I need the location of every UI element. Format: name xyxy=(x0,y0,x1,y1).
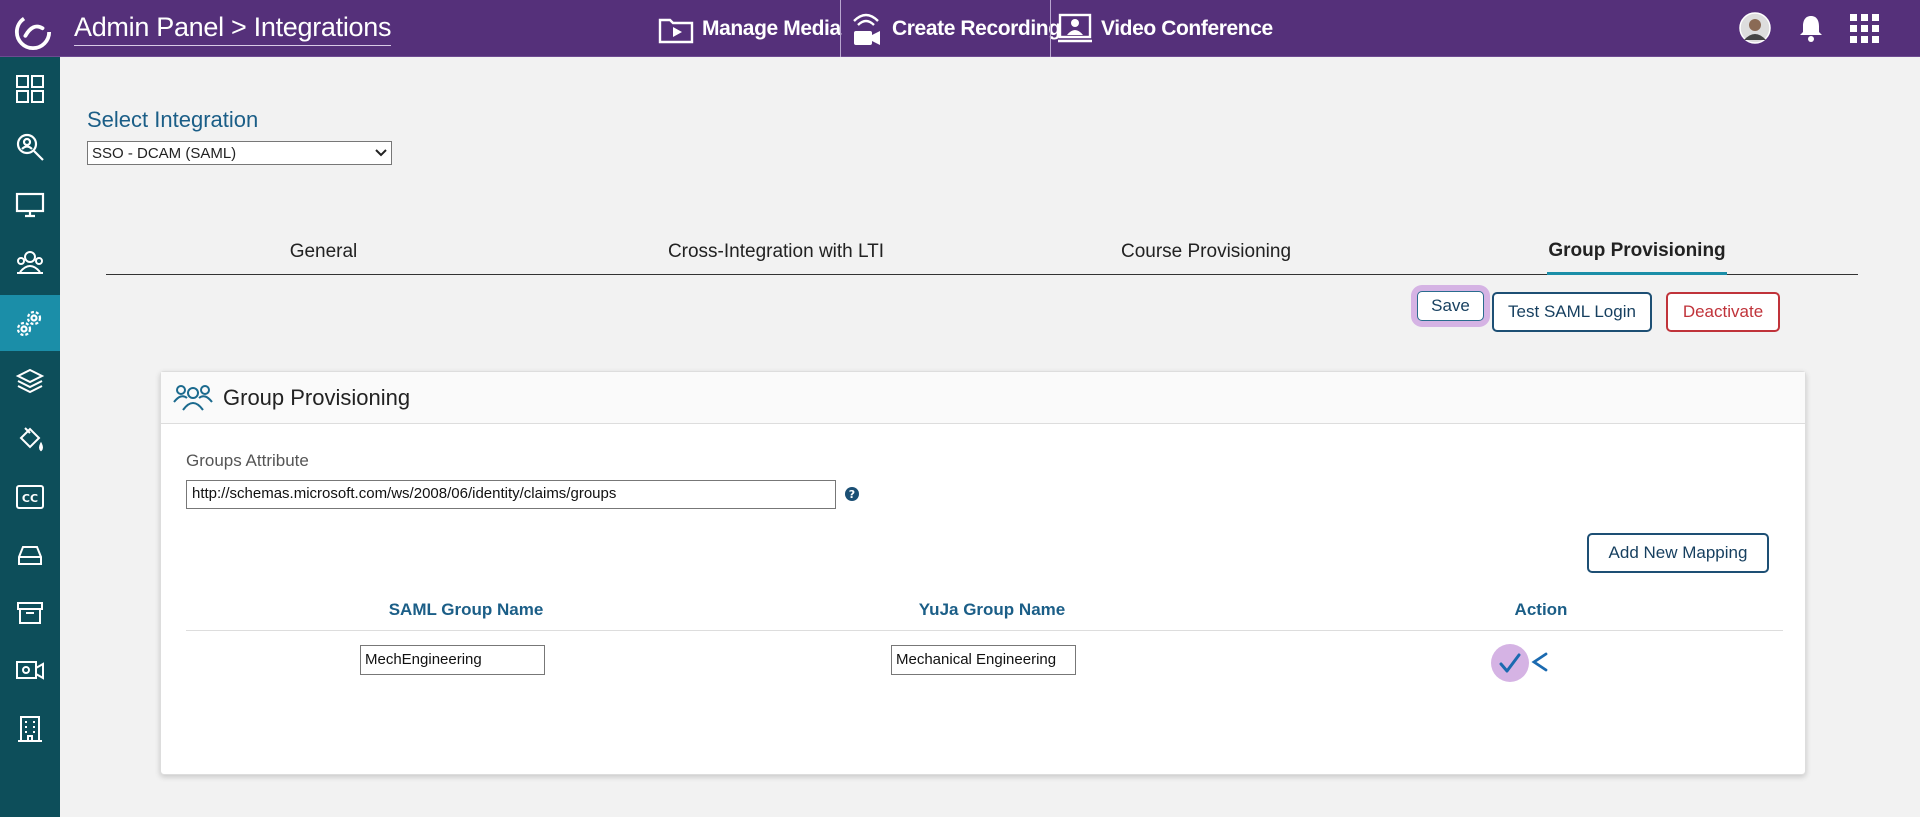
panel-title: Group Provisioning xyxy=(223,385,411,410)
sidebar-item-monitor[interactable] xyxy=(0,177,60,233)
avatar[interactable] xyxy=(1739,12,1771,49)
dashboard-icon xyxy=(16,75,44,103)
column-header-yuja-group: YuJa Group Name xyxy=(918,600,1066,619)
save-button[interactable]: Save xyxy=(1417,291,1484,321)
video-conference-label: Video Conference xyxy=(1101,16,1273,40)
select-integration-label: Select Integration xyxy=(87,107,259,132)
recording-icon xyxy=(853,13,880,45)
sidebar-item-institution[interactable] xyxy=(0,701,60,757)
tab-course-provisioning[interactable]: Course Provisioning xyxy=(1106,229,1306,275)
chevron-down-icon xyxy=(375,149,387,157)
sidebar-item-archive[interactable] xyxy=(0,585,60,641)
test-saml-login-button[interactable]: Test SAML Login xyxy=(1492,292,1652,332)
layers-icon xyxy=(15,368,45,394)
sidebar-item-branding[interactable] xyxy=(0,411,60,467)
help-icon[interactable]: ? xyxy=(844,486,860,502)
breadcrumb[interactable]: Admin Panel > Integrations xyxy=(74,11,391,46)
group-icon xyxy=(17,251,43,274)
bell-icon[interactable] xyxy=(1796,13,1826,48)
integration-select-value: SSO - DCAM (SAML) xyxy=(92,144,237,162)
tab-general[interactable]: General xyxy=(236,229,411,275)
archive-icon xyxy=(17,602,43,624)
yuja-logo-icon[interactable] xyxy=(14,13,52,51)
svg-text:?: ? xyxy=(849,488,855,501)
table-divider xyxy=(186,630,1783,631)
sidebar-item-settings[interactable] xyxy=(0,295,60,351)
sidebar-item-video[interactable] xyxy=(0,643,60,699)
paint-bucket-icon xyxy=(19,427,43,452)
sidebar-item-storage[interactable] xyxy=(0,527,60,583)
group-provisioning-panel: Group Provisioning Groups Attribute http… xyxy=(160,371,1806,775)
column-header-saml-group: SAML Group Name xyxy=(388,600,544,619)
settings-gears-icon xyxy=(16,310,42,337)
tab-cross-integration[interactable]: Cross-Integration with LTI xyxy=(646,229,906,275)
main-content: Select Integration SSO - DCAM (SAML) Gen… xyxy=(60,57,1920,817)
sidebar-item-groups[interactable] xyxy=(0,235,60,291)
groups-attribute-label: Groups Attribute xyxy=(186,451,309,470)
monitor-icon xyxy=(15,192,45,218)
nav-divider xyxy=(1050,0,1051,57)
groups-attribute-input[interactable]: http://schemas.microsoft.com/ws/2008/06/… xyxy=(186,480,836,509)
manage-media-button[interactable]: Manage Media xyxy=(658,0,841,57)
apps-grid-icon[interactable] xyxy=(1850,14,1880,49)
sidebar: CC xyxy=(0,57,60,817)
deactivate-button[interactable]: Deactivate xyxy=(1666,292,1780,332)
svg-text:CC: CC xyxy=(22,492,38,505)
manage-media-label: Manage Media xyxy=(702,16,841,40)
create-recording-button[interactable]: Create Recording xyxy=(848,0,1061,57)
nav-divider xyxy=(840,0,841,57)
cancel-mapping-icon[interactable] xyxy=(1531,651,1549,673)
confirm-mapping-button[interactable] xyxy=(1491,644,1529,682)
drive-icon xyxy=(18,546,42,565)
video-conference-button[interactable]: Video Conference xyxy=(1057,0,1273,57)
video-camera-icon xyxy=(16,661,44,680)
column-header-action: Action xyxy=(1514,600,1568,619)
saml-group-name-input[interactable]: MechEngineering xyxy=(360,645,545,675)
create-recording-label: Create Recording xyxy=(892,16,1061,40)
sidebar-item-search[interactable] xyxy=(0,119,60,175)
panel-header: Group Provisioning xyxy=(161,372,1805,424)
sidebar-item-captions[interactable]: CC xyxy=(0,469,60,525)
yuja-group-name-input[interactable]: Mechanical Engineering xyxy=(891,645,1076,675)
media-folder-icon xyxy=(658,18,694,43)
closed-caption-icon: CC xyxy=(16,485,44,509)
integration-tabs: General Cross-Integration with LTI Cours… xyxy=(106,229,1858,275)
checkmark-icon xyxy=(1499,653,1521,673)
top-bar: Admin Panel > Integrations Manage Media … xyxy=(0,0,1920,57)
tab-group-provisioning[interactable]: Group Provisioning xyxy=(1547,229,1727,275)
building-icon xyxy=(18,716,42,742)
users-icon xyxy=(173,385,213,411)
sidebar-item-dashboard[interactable] xyxy=(0,61,60,117)
add-new-mapping-button[interactable]: Add New Mapping xyxy=(1587,533,1769,573)
integration-select[interactable]: SSO - DCAM (SAML) xyxy=(87,141,392,165)
video-conference-icon xyxy=(1058,13,1092,42)
sidebar-item-layers[interactable] xyxy=(0,353,60,409)
search-icon xyxy=(16,133,44,161)
